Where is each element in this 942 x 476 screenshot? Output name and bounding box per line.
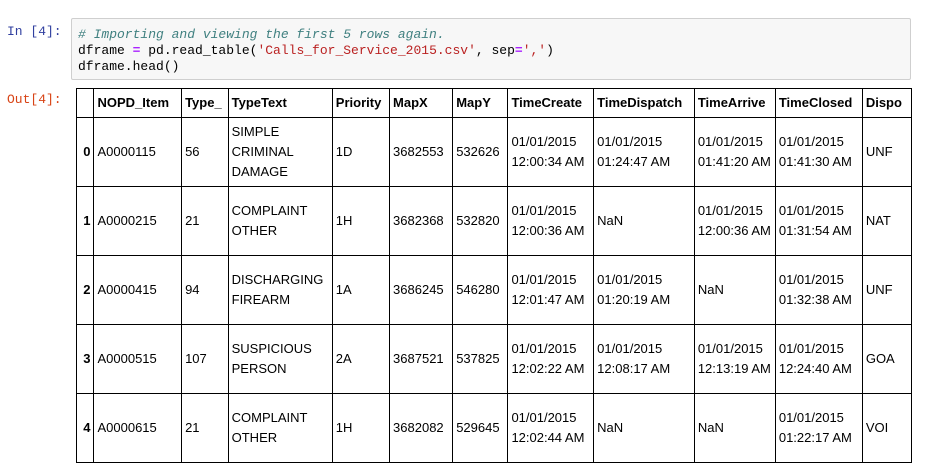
table-cell: A0000115 [93, 117, 183, 187]
table-cell: 94 [181, 255, 229, 325]
table-cell: 01/01/2015 12:24:40 AM [774, 324, 863, 394]
table-cell: 01/01/2015 12:00:34 AM [507, 117, 595, 187]
index-header [76, 88, 95, 118]
table-cell: 01/01/2015 12:02:22 AM [507, 324, 595, 394]
row-index: 0 [76, 117, 95, 187]
table-cell: 01/01/2015 12:01:47 AM [507, 255, 595, 325]
table-cell: NaN [593, 393, 695, 463]
table-cell: 1H [331, 393, 391, 463]
column-header: TimeClosed [774, 88, 863, 118]
table-cell: 3682553 [389, 117, 454, 187]
code-function-call: pd.read_table( [148, 43, 258, 58]
table-cell: 01/01/2015 12:02:44 AM [507, 393, 595, 463]
table-cell: 3682368 [389, 186, 454, 256]
column-header: TimeCreate [507, 88, 595, 118]
table-cell: A0000515 [93, 324, 183, 394]
table-cell: SIMPLE CRIMINAL DAMAGE [227, 117, 333, 187]
table-cell: 21 [181, 393, 229, 463]
column-header: TimeArrive [693, 88, 776, 118]
header-row: NOPD_Item Type_ TypeText Priority MapX M… [76, 88, 912, 118]
table-row: 0 A0000115 56 SIMPLE CRIMINAL DAMAGE 1D … [76, 117, 912, 187]
code-filename-string: 'Calls_for_Service_2015.csv' [257, 43, 476, 58]
table-cell: NaN [693, 255, 776, 325]
table-cell: 529645 [452, 393, 509, 463]
table-cell: 01/01/2015 12:00:36 AM [507, 186, 595, 256]
previous-output-clipped [0, 0, 942, 8]
table-cell: 546280 [452, 255, 509, 325]
table-cell: 1H [331, 186, 391, 256]
table-cell: NaN [693, 393, 776, 463]
output-prompt: Out[4]: [7, 92, 62, 107]
table-cell: 01/01/2015 12:00:36 AM [693, 186, 776, 256]
table-cell: UNF [861, 117, 912, 187]
table-cell: 3687521 [389, 324, 454, 394]
code-call-close: ) [546, 43, 554, 58]
code-variable: dframe [78, 43, 125, 58]
table-cell: 01/01/2015 01:24:47 AM [593, 117, 695, 187]
column-header: MapX [389, 88, 454, 118]
table-cell: 1A [331, 255, 391, 325]
table-cell: 21 [181, 186, 229, 256]
column-header: TypeText [227, 88, 333, 118]
code-sep-arg: , sep [475, 43, 515, 58]
input-prompt: In [4]: [7, 24, 62, 39]
table-row: 2 A0000415 94 DISCHARGING FIREARM 1A 368… [76, 255, 912, 325]
row-index: 4 [76, 393, 95, 463]
table-cell: 56 [181, 117, 229, 187]
table-cell: GOA [861, 324, 912, 394]
table-cell: 01/01/2015 01:32:38 AM [774, 255, 863, 325]
table-cell: A0000215 [93, 186, 183, 256]
code-assign-operator: = [124, 43, 149, 58]
table-cell: 3686245 [389, 255, 454, 325]
table-row: 3 A0000515 107 SUSPICIOUS PERSON 2A 3687… [76, 324, 912, 394]
table-cell: A0000615 [93, 393, 183, 463]
table-cell: NAT [861, 186, 912, 256]
table-cell: 01/01/2015 01:41:30 AM [774, 117, 863, 187]
column-header: Priority [331, 88, 391, 118]
output-area: NOPD_Item Type_ TypeText Priority MapX M… [76, 88, 912, 476]
table-cell: 01/01/2015 01:31:54 AM [774, 186, 863, 256]
table-cell: 532626 [452, 117, 509, 187]
table-cell: NaN [593, 186, 695, 256]
code-input-area[interactable]: # Importing and viewing the first 5 rows… [71, 18, 911, 80]
row-index: 3 [76, 324, 95, 394]
table-cell: 3682082 [389, 393, 454, 463]
table-cell: 01/01/2015 01:22:17 AM [774, 393, 863, 463]
column-header: MapY [452, 88, 509, 118]
table-cell: 532820 [452, 186, 509, 256]
table-row: 4 A0000615 21 COMPLAINT OTHER 1H 3682082… [76, 393, 912, 463]
table-cell: 01/01/2015 12:08:17 AM [593, 324, 695, 394]
column-header: NOPD_Item [93, 88, 183, 118]
table-cell: 01/01/2015 01:20:19 AM [593, 255, 695, 325]
table-cell: 2A [331, 324, 391, 394]
table-cell: 01/01/2015 01:41:20 AM [693, 117, 776, 187]
code-sep-value: ',' [522, 43, 547, 58]
table-cell: SUSPICIOUS PERSON [227, 324, 333, 394]
column-header: Type_ [181, 88, 229, 118]
table-cell: VOI [861, 393, 912, 463]
table-cell: DISCHARGING FIREARM [227, 255, 333, 325]
code-head-call: dframe.head() [78, 59, 180, 74]
row-index: 1 [76, 186, 95, 256]
dataframe-table: NOPD_Item Type_ TypeText Priority MapX M… [76, 88, 912, 463]
code-sep-equals: = [514, 43, 523, 58]
table-cell: 107 [181, 324, 229, 394]
code-comment: # Importing and viewing the first 5 rows… [78, 27, 445, 42]
table-cell: COMPLAINT OTHER [227, 186, 333, 256]
table-cell: 537825 [452, 324, 509, 394]
table-cell: COMPLAINT OTHER [227, 393, 333, 463]
table-row: 1 A0000215 21 COMPLAINT OTHER 1H 3682368… [76, 186, 912, 256]
column-header: Dispo [861, 88, 912, 118]
table-cell: A0000415 [93, 255, 183, 325]
table-cell: UNF [861, 255, 912, 325]
table-cell: 1D [331, 117, 391, 187]
column-header: TimeDispatch [593, 88, 695, 118]
table-cell: 01/01/2015 12:13:19 AM [693, 324, 776, 394]
row-index: 2 [76, 255, 95, 325]
